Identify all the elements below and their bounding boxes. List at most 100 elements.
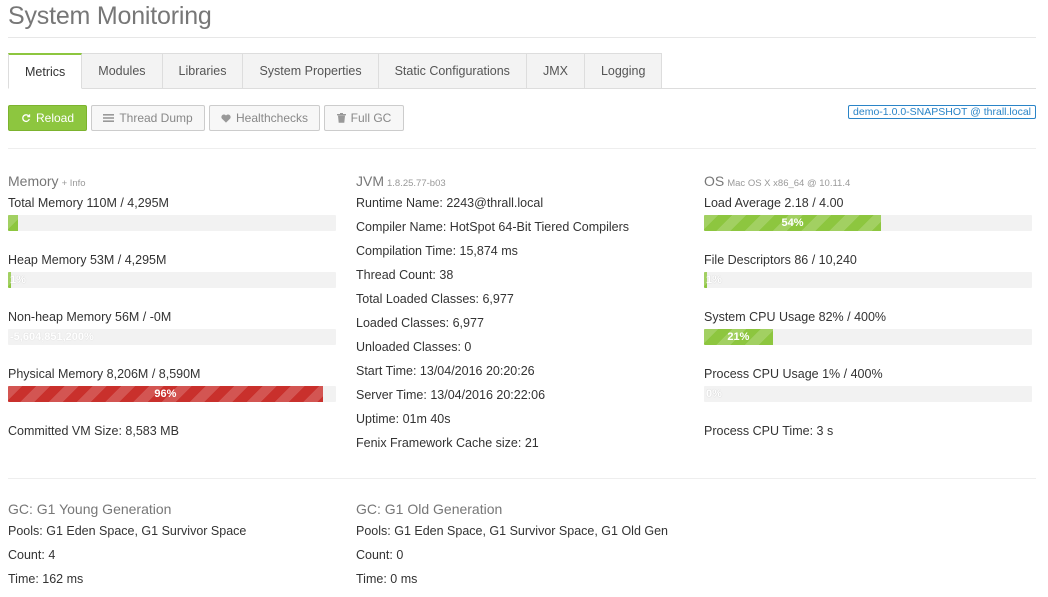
jvm-title: JVM	[356, 173, 384, 189]
gc-count-label: Count:	[356, 548, 393, 562]
gc-time-value: 162 ms	[42, 572, 84, 586]
healthchecks-label: Healthchecks	[235, 111, 309, 125]
thread-dump-label: Thread Dump	[119, 111, 193, 125]
jvm-row-value: 13/04/2016 20:20:26	[419, 364, 535, 378]
jvm-row-label: Uptime:	[356, 412, 400, 426]
gc-pools-value: G1 Eden Space, G1 Survivor Space, G1 Old…	[394, 524, 668, 538]
load-average-label: Load Average	[704, 196, 781, 210]
jvm-row: Loaded Classes: 6,977	[356, 311, 686, 335]
nonheap-memory-bar-label: -5,604,851,200%	[10, 331, 94, 343]
jvm-row-label: Runtime Name:	[356, 196, 443, 210]
page-title: System Monitoring	[8, 2, 212, 30]
load-average-metric: Load Average 2.18 / 4.00 54%	[704, 191, 1034, 248]
jvm-row-label: Unloaded Classes:	[356, 340, 461, 354]
physical-memory-bar: 96%	[8, 386, 336, 402]
os-title: OS	[704, 173, 725, 189]
committed-vm-label: Committed VM Size:	[8, 424, 122, 438]
physical-memory-value: 8,206M / 8,590M	[106, 367, 201, 381]
file-descriptors-metric: File Descriptors 86 / 10,240 1%	[704, 248, 1034, 305]
process-cpu-time: Process CPU Time: 3 s	[704, 419, 1034, 443]
jvm-row: Compiler Name: HotSpot 64-Bit Tiered Com…	[356, 215, 686, 239]
heap-memory-label: Heap Memory	[8, 253, 87, 267]
memory-info-link[interactable]: + Info	[62, 178, 86, 189]
gc-old-title: GC: G1 Old Generation	[356, 501, 503, 517]
jvm-row-label: Fenix Framework Cache size:	[356, 436, 522, 450]
process-cpu-time-value: 3 s	[816, 424, 834, 438]
tab-bar: Metrics Modules Libraries System Propert…	[8, 53, 663, 89]
process-cpu-bar-label: 0%	[706, 388, 722, 400]
jvm-row-value: 0	[464, 340, 472, 354]
tab-jmx[interactable]: JMX	[525, 53, 585, 89]
process-cpu-value: 1% / 400%	[822, 367, 883, 381]
jvm-row: Fenix Framework Cache size: 21	[356, 431, 686, 455]
process-cpu-time-label: Process CPU Time:	[704, 424, 814, 438]
gc-count-value: 0	[396, 548, 404, 562]
memory-panel: Memory + Info Total Memory 110M / 4,295M …	[8, 171, 338, 443]
gc-young-panel: GC: G1 Young Generation Pools: G1 Eden S…	[8, 499, 338, 591]
heap-memory-bar: 1%	[8, 272, 336, 288]
system-cpu-value: 82% / 400%	[818, 310, 887, 324]
jvm-row-value: 01m 40s	[402, 412, 451, 426]
gc-pools-value: G1 Eden Space, G1 Survivor Space	[46, 524, 247, 538]
total-memory-value: 110M / 4,295M	[86, 196, 169, 210]
jvm-panel: JVM 1.8.25.77-b03 Runtime Name: 2243@thra…	[356, 171, 686, 455]
gc-old-pools: Pools: G1 Eden Space, G1 Survivor Space,…	[356, 519, 686, 543]
memory-heading: Memory + Info	[8, 171, 338, 191]
gc-pools-label: Pools:	[356, 524, 391, 538]
reload-label: Reload	[35, 111, 75, 125]
system-cpu-fill: 21%	[704, 329, 773, 345]
system-cpu-metric: System CPU Usage 82% / 400% 21%	[704, 305, 1034, 362]
tab-static-configurations[interactable]: Static Configurations	[377, 53, 527, 89]
thread-dump-button[interactable]: Thread Dump	[91, 105, 205, 131]
healthchecks-button[interactable]: Healthchecks	[209, 105, 320, 131]
trash-icon	[336, 113, 346, 123]
jvm-row: Unloaded Classes: 0	[356, 335, 686, 359]
jvm-row-label: Start Time:	[356, 364, 417, 378]
section-divider	[8, 478, 1036, 479]
total-memory-label: Total Memory	[8, 196, 84, 210]
process-cpu-bar: 0%	[704, 386, 1032, 402]
jvm-row: Server Time: 13/04/2016 20:22:06	[356, 383, 686, 407]
heap-memory-value: 53M / 4,295M	[89, 253, 167, 267]
tab-libraries[interactable]: Libraries	[161, 53, 244, 89]
jvm-row-value: HotSpot 64-Bit Tiered Compilers	[449, 220, 630, 234]
tab-metrics[interactable]: Metrics	[8, 53, 83, 89]
jvm-row: Compilation Time: 15,874 ms	[356, 239, 686, 263]
os-heading: OS Mac OS X x86_64 @ 10.11.4	[704, 171, 1034, 191]
refresh-icon	[21, 113, 31, 123]
full-gc-button[interactable]: Full GC	[324, 105, 404, 131]
file-descriptors-bar-label: 1%	[706, 274, 722, 286]
committed-vm-size: Committed VM Size: 8,583 MB	[8, 419, 338, 443]
jvm-row-label: Compilation Time:	[356, 244, 457, 258]
jvm-row-value: 6,977	[482, 292, 514, 306]
tab-logging[interactable]: Logging	[583, 53, 663, 89]
process-cpu-label: Process CPU Usage	[704, 367, 819, 381]
jvm-row-label: Server Time:	[356, 388, 427, 402]
load-average-bar: 54%	[704, 215, 1032, 231]
gc-count-label: Count:	[8, 548, 45, 562]
jvm-row: Runtime Name: 2243@thrall.local	[356, 191, 686, 215]
reload-button[interactable]: Reload	[8, 105, 87, 131]
heart-icon	[221, 113, 231, 123]
gc-old-time: Time: 0 ms	[356, 567, 686, 591]
total-memory-bar: 3%	[8, 215, 336, 231]
tab-system-properties[interactable]: System Properties	[242, 53, 379, 89]
gc-young-time: Time: 162 ms	[8, 567, 338, 591]
gc-count-value: 4	[48, 548, 56, 562]
version-badge[interactable]: demo-1.0.0-SNAPSHOT @ thrall.local	[848, 105, 1036, 119]
jvm-row: Start Time: 13/04/2016 20:20:26	[356, 359, 686, 383]
os-subtitle: Mac OS X x86_64 @ 10.11.4	[727, 178, 851, 189]
jvm-row-label: Total Loaded Classes:	[356, 292, 479, 306]
load-average-fill: 54%	[704, 215, 882, 231]
jvm-row-value: 15,874 ms	[459, 244, 518, 258]
physical-memory-fill: 96%	[8, 386, 323, 402]
gc-young-pools: Pools: G1 Eden Space, G1 Survivor Space	[8, 519, 338, 543]
gc-time-label: Time:	[356, 572, 387, 586]
toolbar: Reload Thread Dump Healthchecks Full GC	[8, 105, 404, 131]
heap-memory-metric: Heap Memory 53M / 4,295M 1%	[8, 248, 338, 305]
tab-modules[interactable]: Modules	[81, 53, 163, 89]
gc-young-count: Count: 4	[8, 543, 338, 567]
jvm-row-value: 2243@thrall.local	[446, 196, 544, 210]
jvm-row-value: 6,977	[452, 316, 484, 330]
section-divider	[8, 148, 1036, 149]
